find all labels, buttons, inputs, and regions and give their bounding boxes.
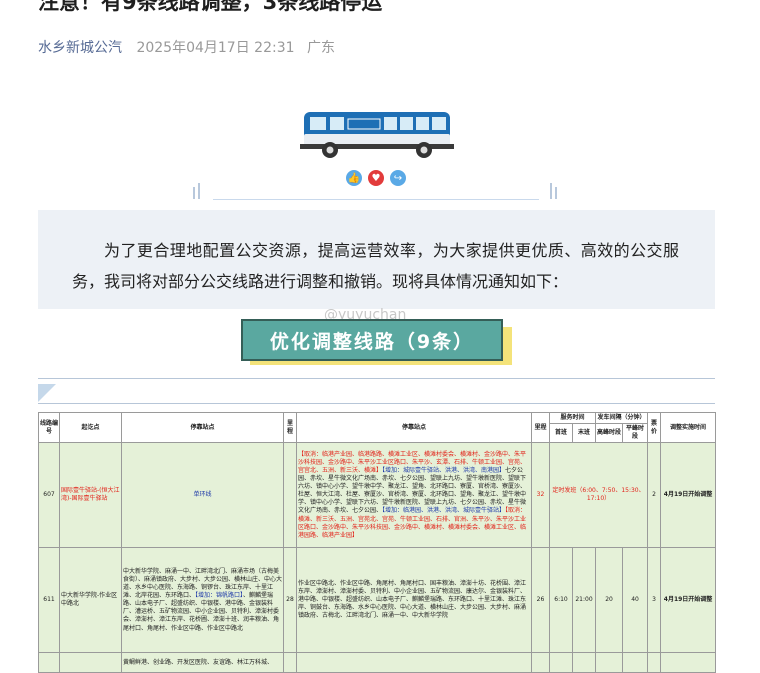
th-last: 末班	[571, 423, 597, 444]
cell-mileage-a	[283, 442, 297, 549]
cell-effective: 4月19日开始调整	[660, 547, 717, 654]
corner-triangle	[38, 384, 56, 402]
thumb-up-icon[interactable]: 👍	[346, 170, 362, 186]
cell-last: 21:00	[571, 547, 597, 654]
th-mileage-b: 里程	[531, 411, 550, 444]
cell-mileage-a: 28	[283, 547, 297, 654]
cell-fare: 3	[647, 547, 662, 654]
cell-effective: 4月19日开始调整	[660, 442, 717, 549]
article-meta: 水乡新城公汽 2025年04月17日 22:31 广东	[38, 37, 343, 57]
th-interval: 发车间隔（分钟）	[595, 411, 649, 425]
cell-line	[38, 652, 60, 673]
th-effective: 调整实施时间	[660, 411, 717, 444]
decor-tick	[550, 183, 552, 199]
th-new-stops: 停靠站点	[296, 411, 532, 444]
th-mileage-a: 里程	[283, 411, 297, 444]
share-icon[interactable]: ↪	[390, 170, 406, 186]
table-row: 611 中大新华学院-作业区中路北 中大新华学院、麻涌一中、江畔湾北门、麻涌市场…	[38, 547, 717, 654]
decor-tick	[555, 187, 557, 199]
divider	[38, 378, 715, 379]
cell-start: 中大新华学院-作业区中路北	[59, 547, 122, 654]
th-fare: 票价	[647, 411, 662, 444]
heart-icon[interactable]: ♥	[368, 170, 384, 186]
th-peak: 高峰时段	[595, 423, 624, 444]
cell-fare: 2	[647, 442, 662, 549]
cell-peak: 20	[595, 547, 624, 654]
cell-first: 6:10	[549, 547, 573, 654]
divider	[38, 403, 715, 404]
th-start: 起讫点	[59, 411, 122, 444]
th-service-time: 服务时间	[548, 411, 597, 425]
cell-new: 作业区中路北、作业区中路、角尾村、角尾村口、国丰粮油、漳澎十坊、花桥围、漳江东岸…	[296, 547, 532, 654]
th-line-no: 线路编号	[38, 411, 60, 444]
article-title: 注意！有9条线路调整，3条线路停运	[38, 0, 383, 14]
cell-new-added-2: 【增加：临港园、洪港、洪湾、城际壹牛驿站】	[382, 507, 506, 515]
section-title: 优化调整线路（9条）	[241, 319, 503, 361]
cell-mileage-b: 32	[531, 442, 550, 549]
publish-location: 广东	[306, 40, 335, 56]
th-first: 首班	[549, 423, 573, 444]
cell-schedule: 定时发班（6:00、7:50、15:30、17:10）	[548, 442, 649, 549]
route-table: 线路编号 起讫点 停靠站点 里程 停靠站点 里程 服务时间 发车间隔（分钟） 票…	[38, 411, 717, 673]
account-name-link[interactable]: 水乡新城公汽	[38, 40, 122, 56]
cell-offpeak: 40	[622, 547, 649, 654]
table-header-row: 线路编号 起讫点 停靠站点 里程 停靠站点 里程 服务时间 发车间隔（分钟） 票…	[38, 411, 717, 444]
cell-new-added: 【增加：城际壹牛驿站、洪港、洪湾、南港园】	[382, 466, 506, 474]
th-orig-stops: 停靠站点	[121, 411, 284, 444]
social-icons: 👍 ♥ ↪	[346, 170, 406, 186]
cell-orig-added: 【增加：锦帆路口】	[195, 592, 244, 600]
decor-line	[213, 199, 539, 200]
decor-tick	[198, 183, 200, 199]
intro-paragraph: 为了更合理地配置公交资源，提高运营效率，为大家提供更优质、高效的公交服务，我司将…	[38, 210, 715, 309]
route-table-image: 线路编号 起讫点 停靠站点 里程 停靠站点 里程 服务时间 发车间隔（分钟） 票…	[38, 411, 717, 673]
cell-mileage-b: 26	[531, 547, 550, 654]
publish-date: 2025年04月17日 22:31	[136, 40, 295, 56]
cell-orig: 单环线	[121, 442, 284, 549]
decor-tick	[193, 187, 195, 199]
cell-orig: 中大新华学院、麻涌一中、江畔湾北门、麻涌市场（古梅美食街）、麻涌镇政府、大步村、…	[121, 547, 284, 654]
cell-start	[59, 652, 122, 673]
cell-line: 607	[38, 442, 60, 549]
cell-start: 国际壹牛驿站-(恒大江湾)-国际壹牛驿站	[59, 442, 122, 549]
bus-illustration	[300, 112, 454, 158]
cell-line: 611	[38, 547, 60, 654]
cell-orig: 黄鲷鲜港、创业路、开发区医院、友谊路、林江万科城、	[121, 652, 284, 673]
cell-new: 【取消：临港产业园、临港路路、横滩工业区、横滩村委会、横滩村、金沙路中、朱平沙科…	[296, 442, 532, 549]
th-offpeak: 平峰时段	[622, 423, 649, 444]
table-row: 607 国际壹牛驿站-(恒大江湾)-国际壹牛驿站 单环线 【取消：临港产业园、临…	[38, 442, 717, 549]
table-row: 黄鲷鲜港、创业路、开发区医院、友谊路、林江万科城、	[38, 652, 717, 673]
